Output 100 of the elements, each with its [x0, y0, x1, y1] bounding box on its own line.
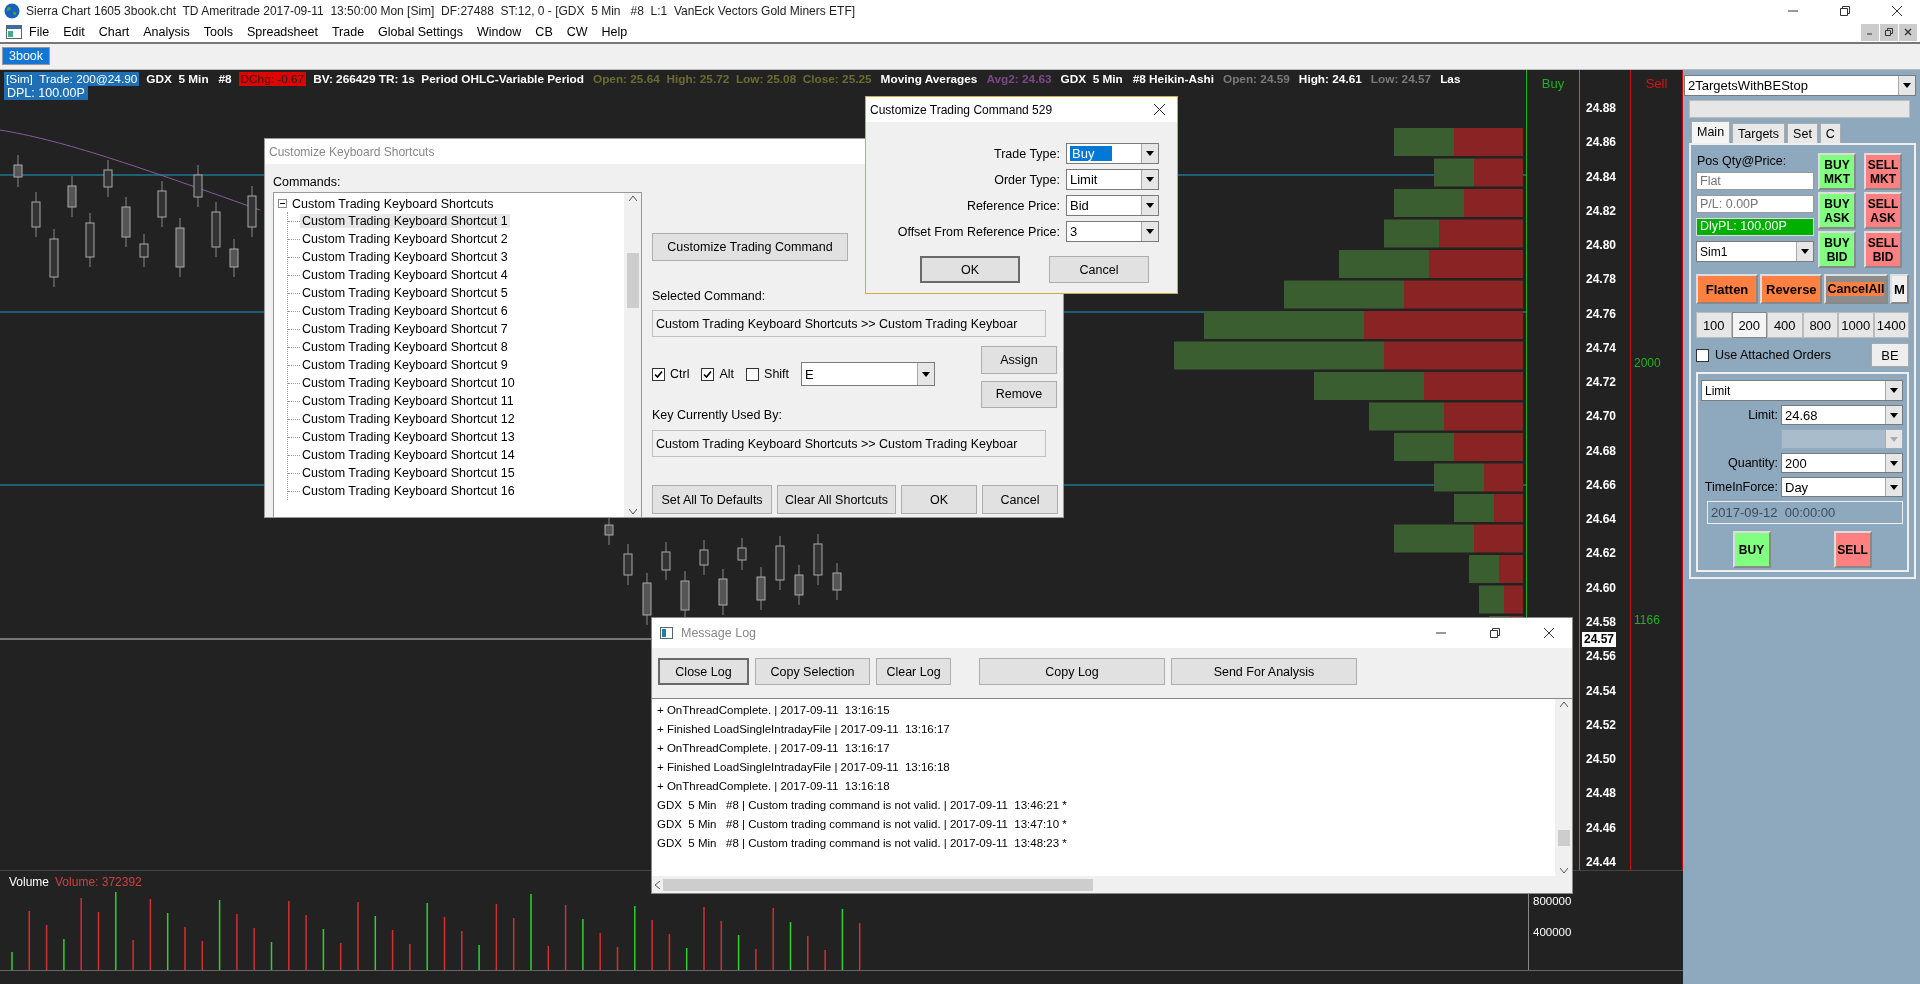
scroll-thumb[interactable]	[1557, 829, 1570, 846]
assign-button[interactable]: Assign	[981, 346, 1057, 374]
selected-command-field[interactable]: Custom Trading Keyboard Shortcuts >> Custom Trading Keyboar	[652, 310, 1046, 337]
value-dropdown[interactable]: 24.68	[1781, 405, 1903, 425]
buy-order-button[interactable]: BUY BID	[1818, 231, 1856, 268]
value-dropdown[interactable]: Bid	[1066, 195, 1159, 216]
scroll-down-icon[interactable]	[628, 509, 637, 514]
scroll-down-icon[interactable]	[1559, 868, 1568, 873]
chart-tab[interactable]: 3book	[2, 47, 51, 65]
sell-order-button[interactable]: SELL MKT	[1864, 153, 1902, 190]
action-button[interactable]: Reverse	[1760, 274, 1822, 304]
tree-item[interactable]: Custom Trading Keyboard Shortcut 14	[300, 448, 517, 462]
value-dropdown[interactable]: Limit	[1066, 169, 1159, 190]
dialog-button[interactable]: Cancel	[982, 485, 1058, 514]
tree-item[interactable]: Custom Trading Keyboard Shortcut 11	[300, 394, 516, 408]
tree-item[interactable]: Custom Trading Keyboard Shortcut 4	[300, 268, 510, 282]
menu-item[interactable]: Help	[594, 24, 635, 40]
key-dropdown[interactable]: E	[801, 362, 936, 386]
tree-item[interactable]: Custom Trading Keyboard Shortcut 2	[300, 232, 510, 246]
scroll-thumb[interactable]	[663, 878, 1093, 891]
quantity-button[interactable]: 800	[1802, 312, 1838, 338]
panel-tab[interactable]: C	[1819, 123, 1841, 143]
buy-order-button[interactable]: BUY MKT	[1818, 153, 1856, 190]
position-field[interactable]: Flat	[1696, 172, 1814, 190]
panel-tab[interactable]: Targets	[1732, 123, 1786, 143]
value-dropdown[interactable]: Day	[1781, 477, 1903, 497]
scrollbar[interactable]	[652, 876, 1572, 893]
command-tree[interactable]	[273, 192, 642, 517]
breakeven-button[interactable]: BE	[1871, 343, 1909, 367]
menu-item[interactable]: Trade	[324, 24, 372, 40]
menu-item[interactable]: File	[22, 24, 57, 40]
restore-icon[interactable]	[1490, 628, 1500, 638]
order-type-dropdown[interactable]: Limit	[1701, 380, 1903, 401]
panel-tab[interactable]: Set	[1787, 123, 1818, 143]
tree-item[interactable]: Custom Trading Keyboard Shortcut 6	[300, 304, 510, 318]
tree-item[interactable]: Custom Trading Keyboard Shortcut 12	[300, 412, 517, 426]
menu-item[interactable]: Chart	[91, 24, 137, 40]
tree-item[interactable]: Custom Trading Keyboard Shortcuts	[290, 196, 496, 211]
action-button[interactable]: M	[1890, 274, 1909, 304]
buy-button[interactable]: BUY	[1732, 531, 1771, 568]
checkbox[interactable]	[701, 367, 715, 381]
dialog-button[interactable]: OK	[920, 256, 1020, 283]
quantity-button[interactable]: 400	[1767, 312, 1803, 338]
checkbox[interactable]	[746, 367, 760, 381]
sell-button[interactable]: SELL	[1833, 531, 1872, 568]
window-icon[interactable]	[6, 25, 22, 39]
close-icon[interactable]	[1154, 104, 1165, 115]
minimize-button[interactable]	[1861, 23, 1879, 41]
scrollbar[interactable]	[624, 193, 641, 517]
quantity-button[interactable]: 200	[1731, 312, 1767, 338]
sell-order-button[interactable]: SELL BID	[1864, 231, 1902, 268]
tree-item[interactable]: Custom Trading Keyboard Shortcut 9	[300, 358, 510, 372]
scroll-up-icon[interactable]	[1559, 702, 1568, 707]
menu-item[interactable]: Edit	[56, 24, 92, 40]
restore-button[interactable]	[1880, 23, 1898, 41]
log-button[interactable]: Send For Analysis	[1171, 658, 1357, 685]
customize-button[interactable]: Customize Trading Command	[652, 233, 848, 261]
menu-item[interactable]: Analysis	[136, 24, 197, 40]
log-button[interactable]: Copy Selection	[755, 658, 870, 685]
value-dropdown[interactable]: 200	[1781, 453, 1903, 473]
tree-item[interactable]: Custom Trading Keyboard Shortcut 13	[300, 430, 517, 444]
quantity-button[interactable]: 1400	[1873, 312, 1909, 338]
close-button[interactable]	[1899, 23, 1917, 41]
dialog-button[interactable]: Clear All Shortcuts	[777, 485, 896, 514]
tree-item[interactable]: Custom Trading Keyboard Shortcut 1	[300, 214, 510, 228]
buy-order-button[interactable]: BUY ASK	[1818, 192, 1856, 229]
expiry-field[interactable]: 2017-09-12 00:00:00	[1707, 501, 1903, 524]
menu-item[interactable]: Window	[469, 24, 529, 40]
tree-item[interactable]: Custom Trading Keyboard Shortcut 7	[300, 322, 510, 336]
used-by-field[interactable]: Custom Trading Keyboard Shortcuts >> Custom Trading Keyboar	[652, 430, 1046, 457]
panel-tab[interactable]: Main	[1691, 121, 1731, 143]
checkbox[interactable]	[652, 367, 665, 381]
dialog-button[interactable]: OK	[901, 485, 977, 514]
checkbox[interactable]	[1696, 348, 1709, 362]
dialog-button[interactable]: Cancel	[1049, 256, 1149, 283]
log-button[interactable]: Clear Log	[876, 658, 951, 685]
quantity-button[interactable]: 1000	[1838, 312, 1874, 338]
menu-item[interactable]: CW	[559, 24, 595, 40]
tree-item[interactable]: Custom Trading Keyboard Shortcut 16	[300, 484, 517, 498]
value-dropdown[interactable]: Buy	[1066, 143, 1159, 164]
scroll-left-icon[interactable]	[655, 880, 660, 889]
dialog-button[interactable]: Set All To Defaults	[652, 485, 772, 514]
pl-field[interactable]: P/L: 0.00P	[1696, 195, 1814, 213]
action-button[interactable]: CancelAll	[1824, 274, 1888, 304]
menu-item[interactable]: Tools	[196, 24, 240, 40]
collapse-icon[interactable]	[278, 199, 287, 208]
tree-item[interactable]: Custom Trading Keyboard Shortcut 5	[300, 286, 510, 300]
log-button[interactable]: Copy Log	[979, 658, 1165, 685]
tree-item[interactable]: Custom Trading Keyboard Shortcut 8	[300, 340, 510, 354]
value-dropdown[interactable]: 3	[1066, 221, 1159, 242]
text-field[interactable]	[1689, 100, 1910, 118]
log-button[interactable]: Close Log	[658, 658, 749, 685]
menu-item[interactable]: CB	[528, 24, 560, 40]
scrollbar[interactable]	[1555, 699, 1572, 876]
account-dropdown[interactable]: Sim1	[1696, 241, 1814, 262]
menu-item[interactable]: Global Settings	[371, 24, 470, 40]
tree-item[interactable]: Custom Trading Keyboard Shortcut 3	[300, 250, 510, 264]
restore-icon[interactable]	[1840, 6, 1850, 16]
quantity-button[interactable]: 100	[1696, 312, 1732, 338]
tree-item[interactable]: Custom Trading Keyboard Shortcut 15	[300, 466, 517, 480]
